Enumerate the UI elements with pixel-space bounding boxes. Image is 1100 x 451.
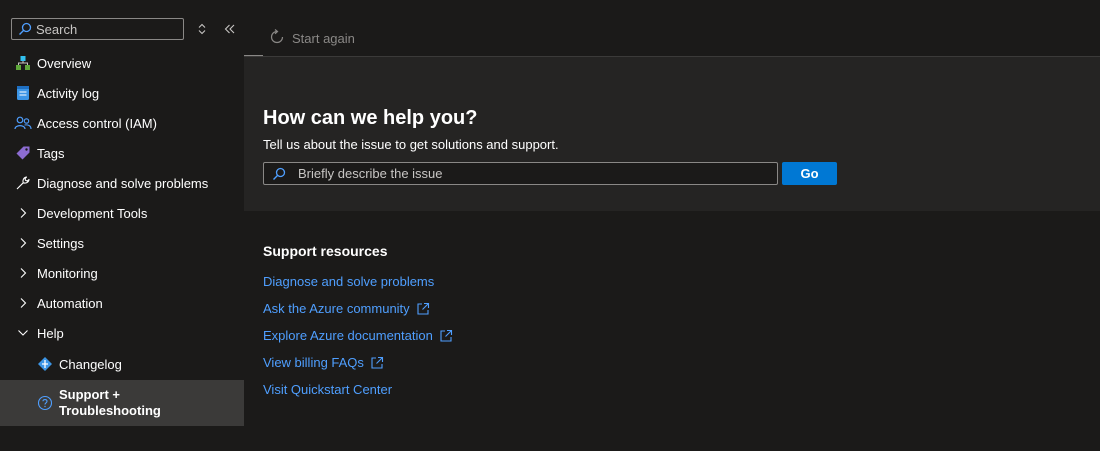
external-link-icon [416,302,430,316]
command-bar: Start again [244,20,1100,57]
link-label: Diagnose and solve problems [263,274,435,289]
sidebar-item-overview[interactable]: Overview [0,48,244,78]
sidebar-search-box[interactable] [11,18,184,40]
search-icon [270,165,288,183]
link-label: Visit Quickstart Center [263,382,393,397]
sidebar-item-label: Development Tools [37,205,148,221]
sidebar-group-automation[interactable]: Automation [0,288,244,318]
issue-description-input[interactable] [288,166,768,181]
sidebar-item-label: Diagnose and solve problems [37,175,209,191]
start-again-label: Start again [292,31,355,46]
start-again-button[interactable]: Start again [268,28,355,49]
sidebar-search-input[interactable] [34,21,176,37]
sidebar-item-access-control[interactable]: Access control (IAM) [0,108,244,138]
question-icon [36,394,54,412]
link-billing-faqs[interactable]: View billing FAQs [263,349,453,376]
sidebar-nav: Overview Activity log Access control (IA… [0,48,244,426]
go-button[interactable]: Go [782,162,837,185]
wrench-icon [14,174,32,192]
sidebar-item-label: Changelog [59,356,122,372]
sidebar-item-label: Tags [37,145,65,161]
sidebar-item-label: Access control (IAM) [37,115,157,131]
link-azure-documentation[interactable]: Explore Azure documentation [263,322,453,349]
link-label: Ask the Azure community [263,301,410,316]
support-resources-title: Support resources [263,243,388,259]
toolbar-divider [244,55,263,56]
refresh-icon [268,28,286,49]
link-label: View billing FAQs [263,355,364,370]
people-icon [14,114,32,132]
sidebar-group-help[interactable]: Help [0,318,244,348]
sidebar-item-label: Monitoring [37,265,98,281]
sidebar-group-settings[interactable]: Settings [0,228,244,258]
help-subtitle: Tell us about the issue to get solutions… [263,137,559,152]
sidebar-item-label: Automation [37,295,103,311]
chevron-right-icon [14,294,32,312]
chevron-right-icon [14,204,32,222]
activity-log-icon [14,84,32,102]
sidebar-item-diagnose[interactable]: Diagnose and solve problems [0,168,244,198]
chevron-right-icon [14,234,32,252]
link-quickstart-center[interactable]: Visit Quickstart Center [263,376,453,403]
sidebar-item-label: Settings [37,235,84,251]
external-link-icon [370,356,384,370]
sidebar-item-label: Support + Troubleshooting [59,387,161,418]
sidebar-item-changelog[interactable]: Changelog [0,348,244,380]
link-label: Explore Azure documentation [263,328,433,343]
overview-icon [14,54,32,72]
support-resources: Support resources Diagnose and solve pro… [263,243,453,403]
sidebar-item-activity-log[interactable]: Activity log [0,78,244,108]
external-link-icon [439,329,453,343]
help-title: How can we help you? [263,107,478,129]
issue-search-box[interactable] [263,162,778,185]
tag-icon [14,144,32,162]
help-panel: How can we help you? Tell us about the i… [244,57,1100,211]
sidebar-item-label: Overview [37,55,92,71]
sidebar: Overview Activity log Access control (IA… [0,0,244,451]
chevron-right-icon [14,264,32,282]
sidebar-item-support-troubleshooting[interactable]: Support + Troubleshooting [0,380,244,426]
link-diagnose-and-solve[interactable]: Diagnose and solve problems [263,268,453,295]
search-icon [16,20,34,38]
sort-updown-icon[interactable] [193,20,211,38]
sidebar-item-tags[interactable]: Tags [0,138,244,168]
changelog-icon [36,355,54,373]
sidebar-group-monitoring[interactable]: Monitoring [0,258,244,288]
sidebar-item-label: Activity log [37,85,100,101]
sidebar-group-development-tools[interactable]: Development Tools [0,198,244,228]
link-azure-community[interactable]: Ask the Azure community [263,295,453,322]
chevron-down-icon [14,324,32,342]
sidebar-item-label: Help [37,325,64,341]
collapse-double-chevron-icon[interactable] [221,20,239,38]
